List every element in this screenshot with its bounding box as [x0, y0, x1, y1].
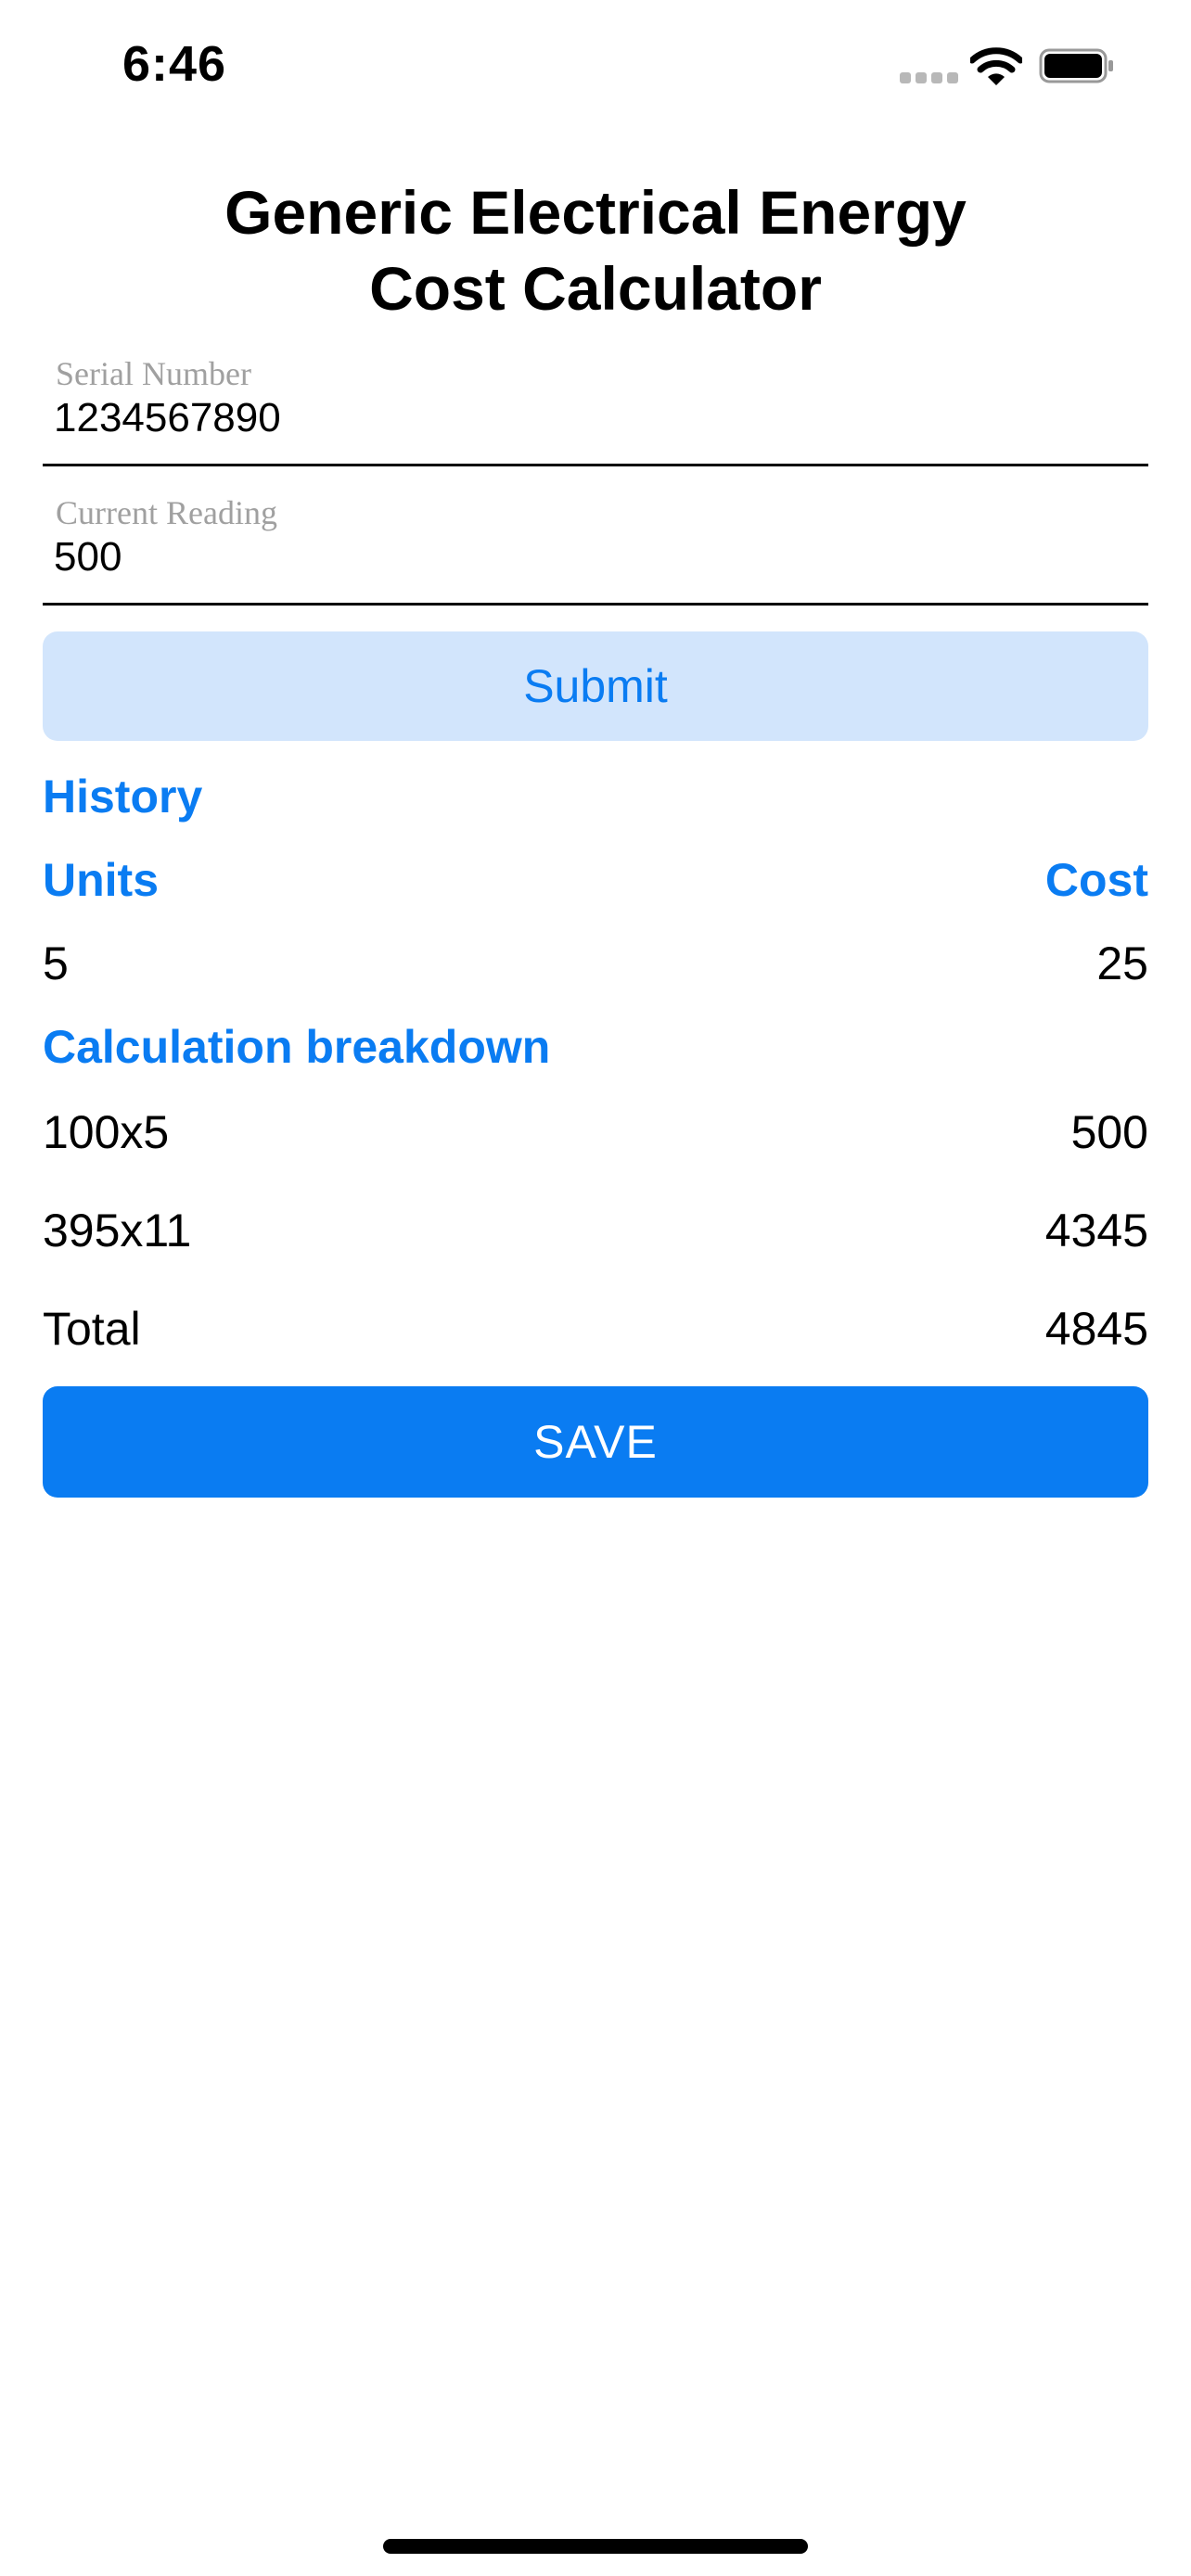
current-reading-input[interactable]: 500 [54, 534, 122, 580]
status-time: 6:46 [122, 36, 227, 92]
breakdown-total-value: 4845 [1044, 1303, 1148, 1355]
title-line-2: Cost Calculator [369, 254, 822, 323]
breakdown-row: 395x11 4345 [43, 1204, 1148, 1269]
breakdown-label: 100x5 [43, 1106, 170, 1158]
status-bar: 6:46 [0, 0, 1191, 139]
history-header-row: Units Cost [43, 853, 1148, 918]
battery-icon [1039, 48, 1113, 83]
breakdown-value: 4345 [1044, 1205, 1148, 1256]
breakdown-label: 395x11 [43, 1205, 192, 1256]
page-title: Generic Electrical Energy Cost Calculato… [0, 174, 1191, 326]
breakdown-total-label: Total [43, 1303, 141, 1355]
breakdown-total-row: Total 4845 [43, 1302, 1148, 1367]
serial-number-input[interactable]: 1234567890 [54, 395, 281, 441]
units-column-header: Units [43, 854, 159, 906]
history-heading: History [43, 771, 203, 823]
breakdown-value: 500 [1070, 1106, 1148, 1158]
serial-number-field[interactable]: Serial Number 1234567890 [43, 352, 1148, 466]
history-units: 5 [43, 937, 69, 989]
serial-number-label: Serial Number [56, 355, 251, 392]
current-reading-field[interactable]: Current Reading 500 [43, 491, 1148, 606]
wifi-icon [970, 47, 1022, 85]
home-indicator[interactable] [383, 2539, 808, 2554]
calculation-breakdown-heading: Calculation breakdown [43, 1021, 551, 1073]
current-reading-label: Current Reading [56, 494, 277, 531]
history-row: 5 25 [43, 937, 1148, 1001]
breakdown-row: 100x5 500 [43, 1105, 1148, 1170]
save-button[interactable]: SAVE [43, 1386, 1148, 1498]
cost-column-header: Cost [1044, 854, 1148, 906]
history-cost: 25 [1096, 937, 1148, 989]
submit-button[interactable]: Submit [43, 631, 1148, 741]
signal-icon [900, 72, 959, 83]
title-line-1: Generic Electrical Energy [224, 178, 967, 247]
